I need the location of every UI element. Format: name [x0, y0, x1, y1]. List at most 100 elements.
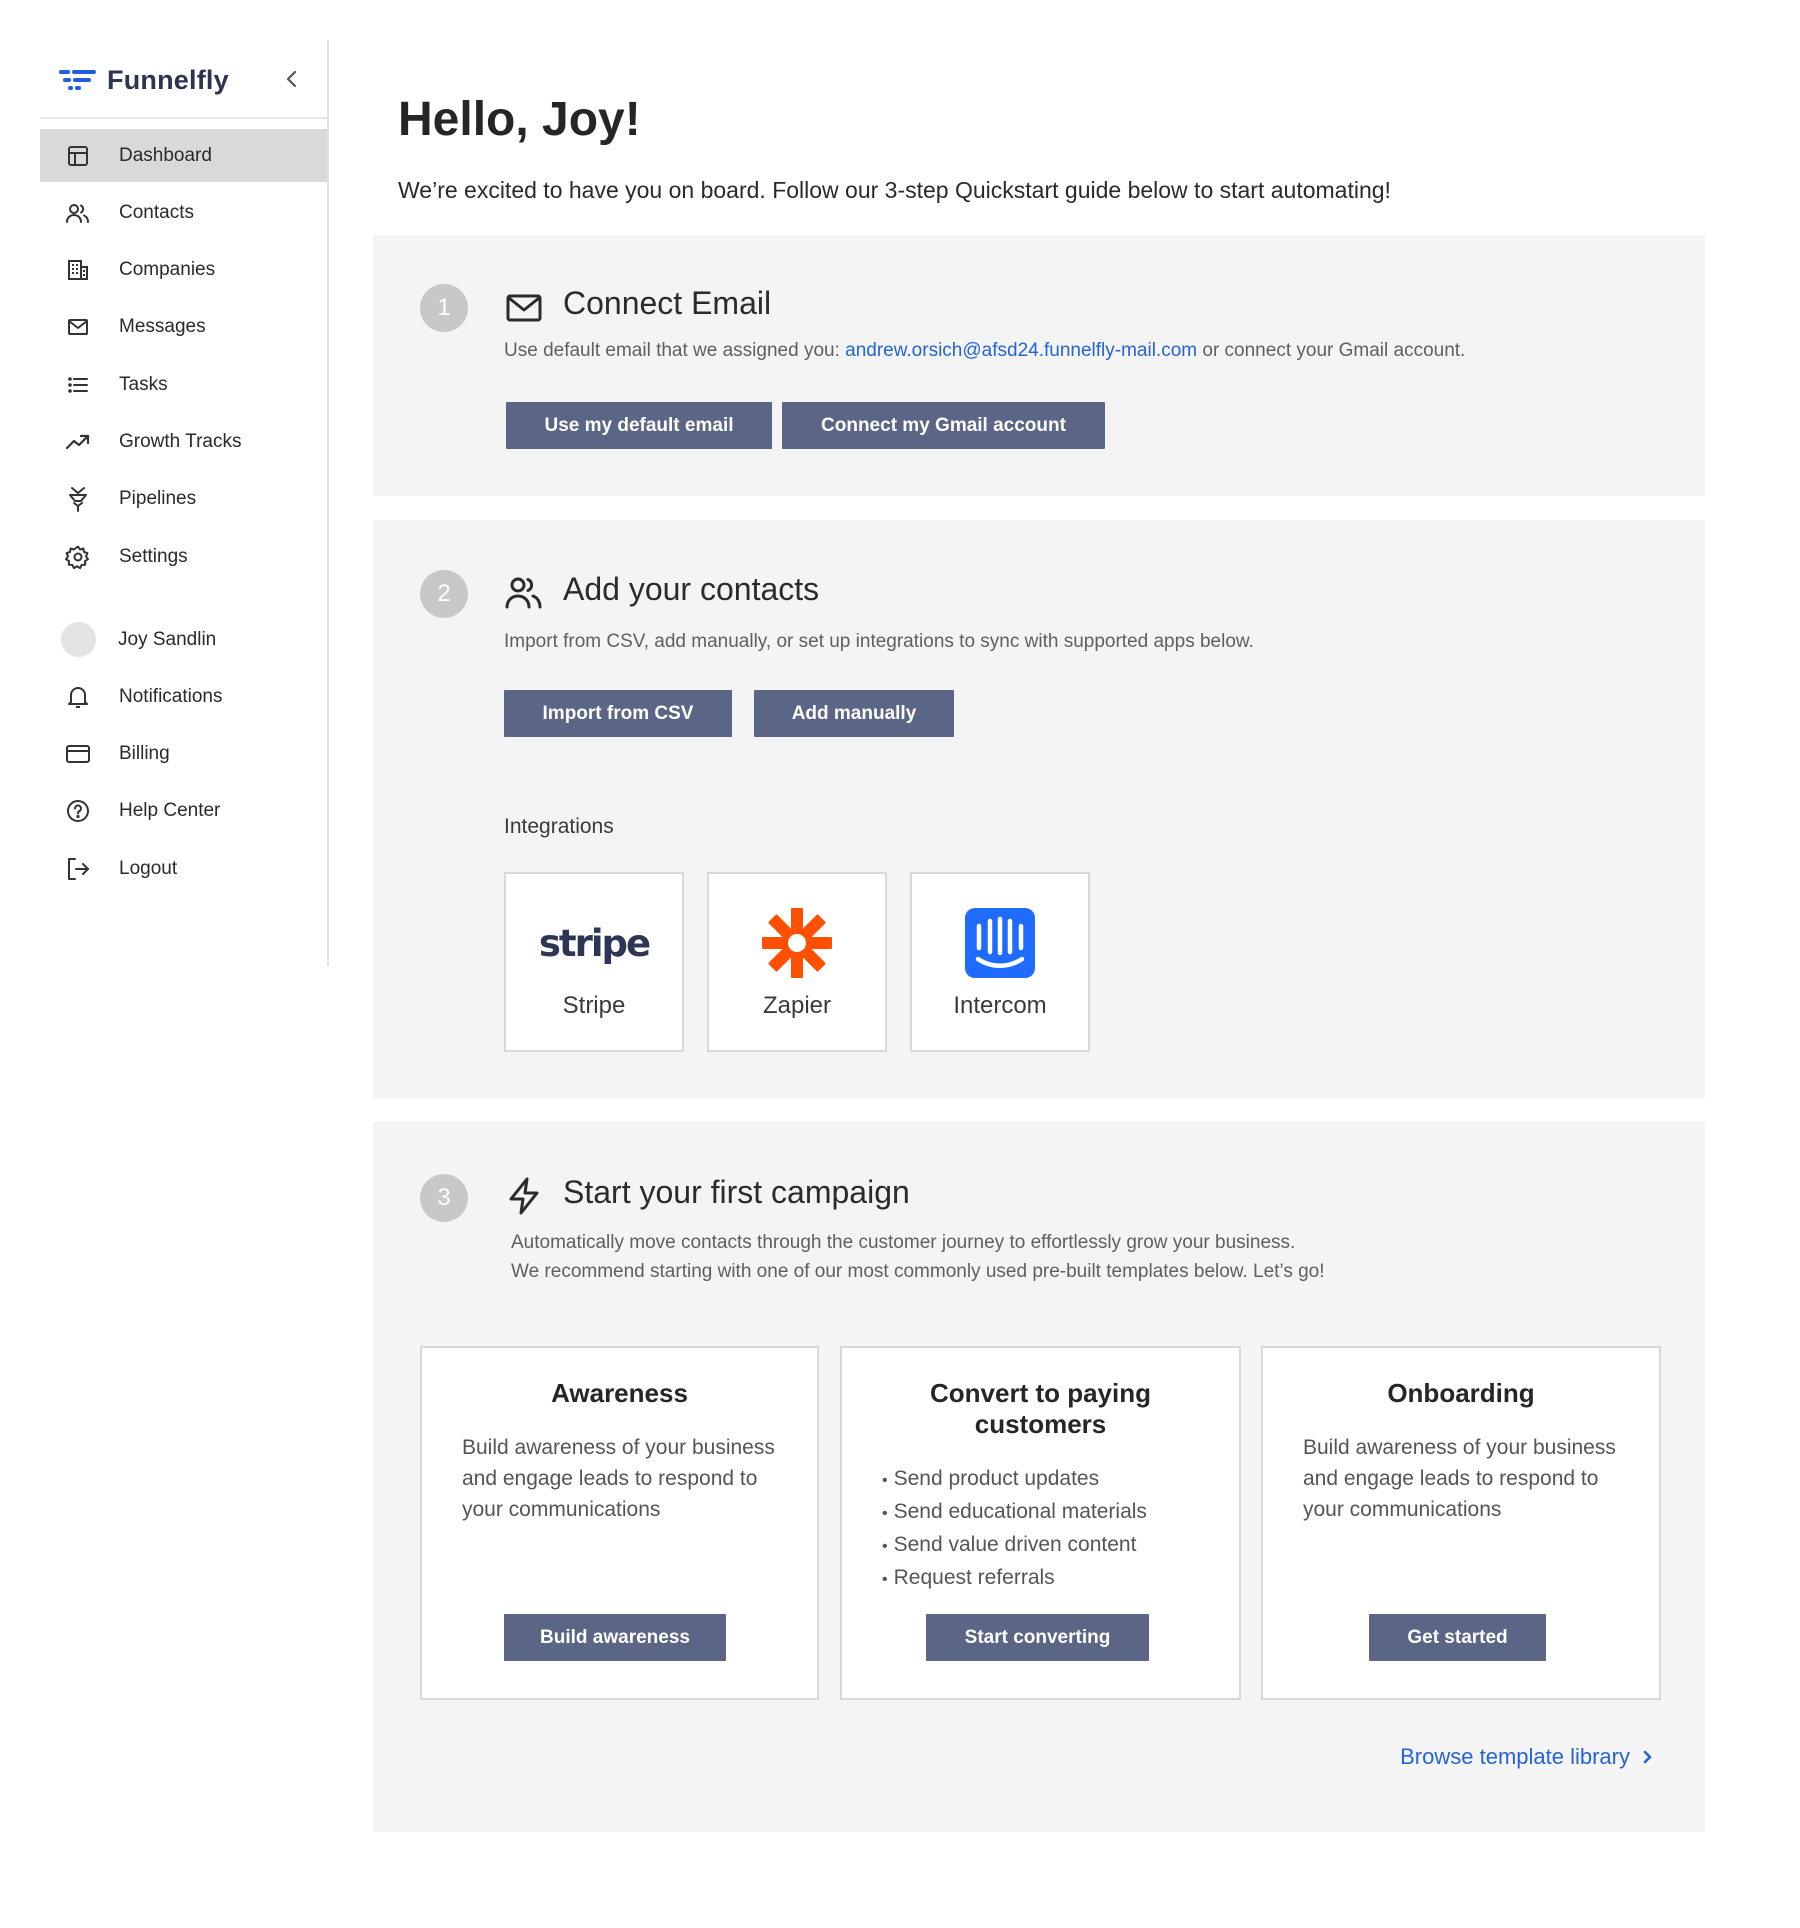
integration-intercom[interactable]: Intercom	[910, 872, 1090, 1052]
account-nav: Joy Sandlin Notifications Billing Help C…	[40, 613, 327, 899]
page-title: Hello, Joy!	[398, 93, 641, 146]
integration-name: Stripe	[562, 992, 626, 1019]
template-description: Build awareness of your business and eng…	[462, 1436, 775, 1521]
step-first-campaign: 3 Start your first campaign Automaticall…	[373, 1122, 1705, 1832]
intercom-logo-icon	[912, 908, 1088, 978]
sidebar-item-profile[interactable]: Joy Sandlin	[40, 613, 327, 666]
sidebar-item-notifications[interactable]: Notifications	[40, 670, 327, 723]
user-name: Joy Sandlin	[118, 628, 217, 650]
pipeline-icon	[64, 485, 92, 513]
sidebar-item-growth-tracks[interactable]: Growth Tracks	[40, 415, 327, 468]
list-item: Send educational materials	[882, 1496, 1219, 1529]
sidebar-item-label: Pipelines	[119, 488, 197, 510]
integration-stripe[interactable]: stripe Stripe	[504, 872, 684, 1052]
sidebar-item-label: Help Center	[119, 800, 221, 822]
contacts-icon	[504, 572, 544, 612]
sidebar-item-tasks[interactable]: Tasks	[40, 358, 327, 411]
building-icon	[64, 256, 92, 284]
template-description: Build awareness of your business and eng…	[1303, 1436, 1616, 1521]
step-title: Connect Email	[563, 285, 772, 321]
mail-icon	[504, 288, 544, 328]
step-add-contacts: 2 Add your contacts Import from CSV, add…	[373, 520, 1705, 1098]
brand-logo[interactable]: Funnelfly	[59, 60, 229, 100]
sidebar-item-label: Growth Tracks	[119, 430, 242, 452]
campaign-desc-line-1: Automatically move contacts through the …	[511, 1232, 1296, 1253]
sidebar-item-label: Contacts	[119, 201, 194, 223]
stripe-wordmark: stripe	[538, 921, 651, 965]
chevron-right-icon	[1643, 1750, 1652, 1764]
step-title: Start your first campaign	[563, 1174, 910, 1210]
use-default-email-button[interactable]: Use my default email	[506, 402, 772, 449]
step-title: Add your contacts	[563, 571, 820, 607]
brand-name: Funnelfly	[107, 64, 229, 95]
logout-icon	[64, 855, 92, 883]
help-circle-icon	[64, 797, 92, 825]
sidebar-item-label: Messages	[119, 316, 206, 338]
sidebar-item-label: Tasks	[119, 373, 168, 395]
sidebar-item-billing[interactable]: Billing	[40, 728, 327, 781]
step-number: 2	[420, 570, 468, 618]
trending-up-icon	[64, 428, 92, 456]
integration-name: Zapier	[762, 992, 832, 1019]
intro-text: We’re excited to have you on board. Foll…	[398, 177, 1391, 203]
sidebar-item-contacts[interactable]: Contacts	[40, 186, 327, 239]
lightning-icon	[504, 1176, 544, 1216]
mail-icon	[64, 313, 92, 341]
funnelfly-logo-icon	[59, 70, 96, 90]
integration-name: Intercom	[953, 992, 1047, 1019]
start-converting-button[interactable]: Start converting	[926, 1614, 1149, 1661]
zapier-logo-icon	[709, 908, 885, 978]
list-icon	[64, 371, 92, 399]
sidebar-item-help-center[interactable]: Help Center	[40, 785, 327, 838]
chevron-left-icon	[286, 70, 297, 88]
connect-gmail-button[interactable]: Connect my Gmail account	[782, 402, 1105, 449]
step-number: 1	[420, 284, 468, 332]
sidebar-item-label: Dashboard	[119, 144, 212, 166]
step-description: Use default email that we assigned you: …	[504, 336, 1465, 365]
sidebar-item-label: Settings	[119, 545, 188, 567]
build-awareness-button[interactable]: Build awareness	[504, 1614, 726, 1661]
sidebar-item-label: Logout	[119, 857, 178, 879]
template-card-convert: Convert to paying customers Send product…	[840, 1346, 1241, 1700]
main-nav: Dashboard Contacts Companies Messages Ta…	[40, 129, 327, 587]
template-title: Convert to paying customers	[929, 1378, 1151, 1439]
email-desc-prefix: Use default email that we assigned you:	[504, 340, 846, 361]
sidebar-item-label: Companies	[119, 259, 216, 281]
import-csv-button[interactable]: Import from CSV	[504, 690, 732, 737]
template-bullets: Send product updates Send educational ma…	[882, 1463, 1219, 1595]
avatar	[61, 622, 96, 657]
integration-zapier[interactable]: Zapier	[707, 872, 887, 1052]
email-desc-suffix: or connect your Gmail account.	[1197, 340, 1466, 361]
credit-card-icon	[64, 740, 92, 768]
step-description: Automatically move contacts through the …	[511, 1228, 1325, 1286]
sidebar-item-companies[interactable]: Companies	[40, 244, 327, 297]
step-number: 3	[420, 1174, 468, 1222]
list-item: Send product updates	[882, 1463, 1219, 1496]
step-description: Import from CSV, add manually, or set up…	[504, 631, 1254, 652]
stripe-logo: stripe	[506, 908, 682, 978]
template-title: Onboarding	[1387, 1378, 1535, 1408]
template-card-awareness: Awareness Build awareness of your busine…	[420, 1346, 819, 1700]
collapse-sidebar-button[interactable]	[277, 64, 307, 94]
sidebar-item-dashboard[interactable]: Dashboard	[40, 129, 327, 182]
campaign-desc-line-2: We recommend starting with one of our mo…	[511, 1261, 1325, 1282]
dashboard-icon	[64, 142, 92, 170]
sidebar-item-label: Notifications	[119, 685, 223, 707]
gear-icon	[64, 543, 92, 571]
sidebar: Funnelfly Dashboard Contacts Companies M…	[40, 40, 329, 966]
sidebar-item-logout[interactable]: Logout	[40, 842, 327, 895]
template-title: Awareness	[551, 1378, 688, 1408]
sidebar-item-settings[interactable]: Settings	[40, 530, 327, 583]
step-connect-email: 1 Connect Email Use default email that w…	[373, 235, 1705, 496]
sidebar-item-label: Billing	[119, 743, 170, 765]
sidebar-item-messages[interactable]: Messages	[40, 301, 327, 354]
list-item: Send value driven content	[882, 1529, 1219, 1562]
bell-icon	[64, 683, 92, 711]
sidebar-item-pipelines[interactable]: Pipelines	[40, 473, 327, 526]
add-manually-button[interactable]: Add manually	[754, 690, 954, 737]
browse-template-library-link[interactable]: Browse template library	[1400, 1744, 1658, 1770]
template-card-onboarding: Onboarding Build awareness of your busin…	[1261, 1346, 1661, 1700]
browse-link-label: Browse template library	[1400, 1744, 1630, 1769]
default-email-link[interactable]: andrew.orsich@afsd24.funnelfly-mail.com	[845, 340, 1197, 361]
get-started-button[interactable]: Get started	[1369, 1614, 1546, 1661]
